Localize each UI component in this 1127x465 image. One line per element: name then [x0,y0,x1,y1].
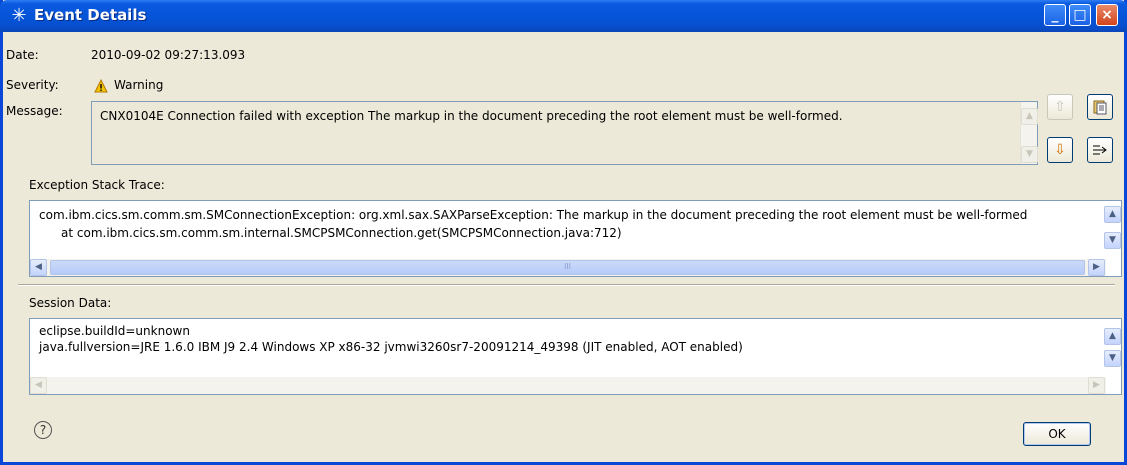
scroll-left-icon[interactable]: ◀ [30,377,47,394]
stack-trace-line: at com.ibm.cics.sm.comm.sm.internal.SMCP… [61,226,622,240]
scroll-down-icon[interactable]: ▼ [1021,146,1038,163]
message-label: Message: [6,104,63,118]
stack-trace-label: Exception Stack Trace: [29,178,165,192]
arrow-up-icon: ⇧ [1054,99,1066,115]
message-field[interactable]: CNX0104E Connection failed with exceptio… [91,101,1038,165]
minimize-button[interactable]: _ [1044,4,1066,26]
scroll-thumb[interactable]: III [50,260,1085,275]
event-details-dialog: ✳ Event Details _ □ × Date: 2010-09-02 0… [0,0,1127,465]
window-title: Event Details [34,6,147,24]
next-event-button[interactable]: ⇩ [1047,137,1073,163]
scroll-down-icon[interactable]: ▼ [1104,350,1121,367]
scroll-right-icon[interactable]: ▶ [1088,259,1105,276]
session-data-line: eclipse.buildId=unknown [39,324,190,338]
close-button[interactable]: × [1096,4,1118,26]
session-data-area[interactable]: eclipse.buildId=unknown java.fullversion… [29,318,1122,395]
session-horizontal-scrollbar[interactable]: ◀ ▶ [30,377,1106,394]
severity-label: Severity: [6,78,59,92]
filter-icon [1093,145,1107,155]
stack-trace-line: com.ibm.cics.sm.comm.sm.SMConnectionExce… [39,208,1028,222]
scroll-down-icon[interactable]: ▼ [1104,232,1121,249]
date-value: 2010-09-02 09:27:13.093 [91,48,246,62]
stack-vertical-scrollbar[interactable]: ▲ ▼ [1104,201,1121,259]
date-label: Date: [6,48,39,62]
asterisk-icon: ✳ [11,5,27,26]
scroll-up-icon[interactable]: ▲ [1021,108,1038,125]
filter-button[interactable] [1087,137,1113,163]
clipboard-icon [1093,100,1107,115]
severity-value: Warning [114,78,164,92]
scroll-up-icon[interactable]: ▲ [1104,328,1121,345]
scroll-up-icon[interactable]: ▲ [1104,206,1121,223]
previous-event-button[interactable]: ⇧ [1047,94,1073,120]
copy-button[interactable] [1087,94,1113,120]
scroll-left-icon[interactable]: ◀ [30,259,47,276]
stack-horizontal-scrollbar[interactable]: ◀ III ▶ [30,259,1106,276]
section-divider [18,284,1115,286]
session-data-label: Session Data: [29,296,112,310]
session-vertical-scrollbar[interactable]: ▲ ▼ [1104,319,1121,377]
title-bar[interactable]: ✳ Event Details _ □ × [0,0,1127,32]
message-text: CNX0104E Connection failed with exceptio… [100,109,843,123]
help-icon[interactable]: ? [34,421,52,439]
message-vertical-scrollbar[interactable]: ▲ ▼ [1020,102,1038,164]
warning-icon [94,79,108,93]
arrow-down-icon: ⇩ [1054,142,1066,158]
maximize-button[interactable]: □ [1069,4,1091,26]
scroll-right-icon[interactable]: ▶ [1088,377,1105,394]
stack-trace-area[interactable]: com.ibm.cics.sm.comm.sm.SMConnectionExce… [29,200,1122,277]
ok-button[interactable]: OK [1023,422,1091,446]
session-data-line: java.fullversion=JRE 1.6.0 IBM J9 2.4 Wi… [39,340,743,354]
